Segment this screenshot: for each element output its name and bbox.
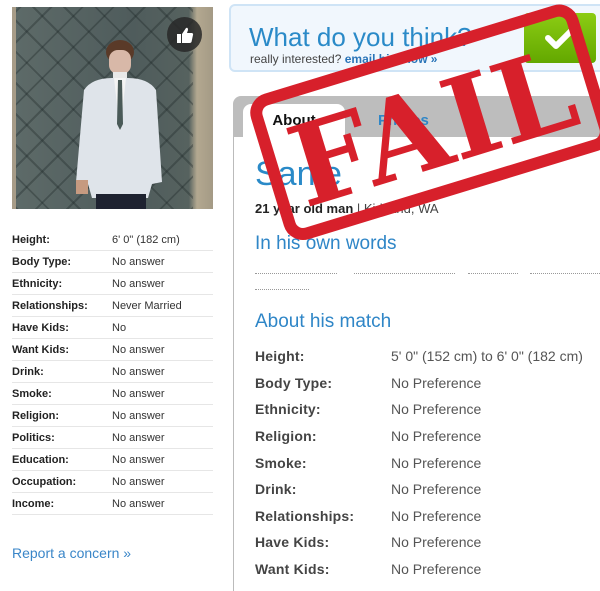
attribute-row: Drink: No answer xyxy=(12,361,213,383)
profile-photo[interactable] xyxy=(12,7,213,209)
checkmark-icon xyxy=(545,27,575,49)
attribute-row: Religion: No answer xyxy=(12,405,213,427)
attribute-row: Body Type: No answer xyxy=(12,251,213,273)
location: Kirkland, WA xyxy=(363,201,439,216)
attribute-row: Income: No answer xyxy=(12,493,213,515)
attribute-row: Relationships: Never Married xyxy=(12,295,213,317)
attribute-row: Have Kids: No xyxy=(12,317,213,339)
separator: | xyxy=(353,201,364,216)
preference-label: Drink: xyxy=(255,481,297,498)
preference-value: No Preference xyxy=(391,561,482,578)
attribute-label: Education: xyxy=(12,453,69,466)
preference-label: Want Kids: xyxy=(255,561,330,578)
like-button[interactable] xyxy=(167,17,202,52)
attribute-label: Height: xyxy=(12,233,50,246)
attribute-value: No answer xyxy=(112,497,165,510)
think-subtitle: really interested? email him now » xyxy=(250,52,437,66)
preference-value: No Preference xyxy=(391,428,482,445)
match-preference-row: Relationships: No Preference xyxy=(255,503,600,530)
match-preference-row: Smoke: No Preference xyxy=(255,449,600,476)
preference-label: Height: xyxy=(255,348,305,365)
thumbs-up-icon xyxy=(176,27,193,43)
match-preference-row: Religion: No Preference xyxy=(255,423,600,450)
match-preferences-list: Height: 5' 0" (152 cm) to 6' 0" (182 cm) B… xyxy=(255,343,600,582)
attribute-row: Education: No answer xyxy=(12,449,213,471)
attribute-value: 6' 0" (182 cm) xyxy=(112,233,180,246)
panel-divider xyxy=(233,137,234,591)
attribute-value: Never Married xyxy=(112,299,182,312)
profile-attributes-list: Height: 6' 0" (182 cm) Body Type: No answer… xyxy=(12,229,213,515)
attribute-label: Body Type: xyxy=(12,255,72,268)
attribute-row: Smoke: No answer xyxy=(12,383,213,405)
match-preference-row: Height: 5' 0" (152 cm) to 6' 0" (182 cm) xyxy=(255,343,600,370)
match-preference-row: Want Kids: No Preference xyxy=(255,556,600,583)
attribute-row: Occupation: No answer xyxy=(12,471,213,493)
about-match-heading: About his match xyxy=(255,311,392,332)
attribute-value: No answer xyxy=(112,387,165,400)
preference-value: No Preference xyxy=(391,481,482,498)
attribute-value: No answer xyxy=(112,255,165,268)
profile-name: Sanie xyxy=(255,155,342,193)
attribute-value: No answer xyxy=(112,431,165,444)
person-figure xyxy=(76,40,162,209)
attribute-label: Religion: xyxy=(12,409,60,422)
preference-value: 5' 0" (152 cm) to 6' 0" (182 cm) xyxy=(391,348,583,365)
interested-yes-button[interactable] xyxy=(524,13,596,63)
preference-value: No Preference xyxy=(391,507,482,524)
attribute-value: No answer xyxy=(112,453,165,466)
match-preference-row: Ethnicity: No Preference xyxy=(255,396,600,423)
profile-summary: 21 year old man | Kirkland, WA xyxy=(255,201,439,216)
preference-value: No Preference xyxy=(391,401,482,418)
attribute-label: Income: xyxy=(12,497,55,510)
match-preference-row: Have Kids: No Preference xyxy=(255,529,600,556)
tab-photos[interactable]: Photos xyxy=(378,104,429,137)
attribute-label: Want Kids: xyxy=(12,343,70,356)
preference-label: Body Type: xyxy=(255,374,333,391)
attribute-label: Politics: xyxy=(12,431,55,444)
preference-label: Relationships: xyxy=(255,507,355,524)
preference-value: No Preference xyxy=(391,534,482,551)
redacted-text-line xyxy=(255,289,309,290)
redacted-text-line xyxy=(255,273,337,274)
attribute-value: No answer xyxy=(112,475,165,488)
attribute-label: Smoke: xyxy=(12,387,52,400)
preference-value: No Preference xyxy=(391,454,482,471)
attribute-row: Height: 6' 0" (182 cm) xyxy=(12,229,213,251)
profile-tabs: About Photos xyxy=(233,96,600,137)
attribute-label: Occupation: xyxy=(12,475,77,488)
tab-about[interactable]: About xyxy=(243,104,345,137)
attribute-label: Relationships: xyxy=(12,299,88,312)
attribute-row: Politics: No answer xyxy=(12,427,213,449)
preference-label: Religion: xyxy=(255,428,317,445)
attribute-value: No xyxy=(112,321,127,334)
attribute-label: Ethnicity: xyxy=(12,277,63,290)
redacted-text-line xyxy=(468,273,518,274)
attribute-row: Ethnicity: No answer xyxy=(12,273,213,295)
attribute-value: No answer xyxy=(112,365,165,378)
email-him-link[interactable]: email him now » xyxy=(345,52,438,66)
preference-label: Have Kids: xyxy=(255,534,330,551)
redacted-text-line xyxy=(354,273,455,274)
gender-descriptor: year old man xyxy=(269,201,354,216)
attribute-label: Have Kids: xyxy=(12,321,69,334)
preference-label: Smoke: xyxy=(255,454,307,471)
think-title: What do you think? xyxy=(249,22,472,52)
redacted-text-line xyxy=(530,273,600,274)
attribute-value: No answer xyxy=(112,343,165,356)
attribute-value: No answer xyxy=(112,277,165,290)
report-concern-link[interactable]: Report a concern » xyxy=(12,545,131,561)
attribute-label: Drink: xyxy=(12,365,44,378)
match-preference-row: Body Type: No Preference xyxy=(255,370,600,397)
attribute-value: No answer xyxy=(112,409,165,422)
preference-label: Ethnicity: xyxy=(255,401,321,418)
match-preference-row: Drink: No Preference xyxy=(255,476,600,503)
attribute-row: Want Kids: No answer xyxy=(12,339,213,361)
preference-value: No Preference xyxy=(391,374,482,391)
think-sub-prefix: really interested? xyxy=(250,52,345,66)
own-words-heading: In his own words xyxy=(255,233,397,254)
age: 21 xyxy=(255,201,270,216)
